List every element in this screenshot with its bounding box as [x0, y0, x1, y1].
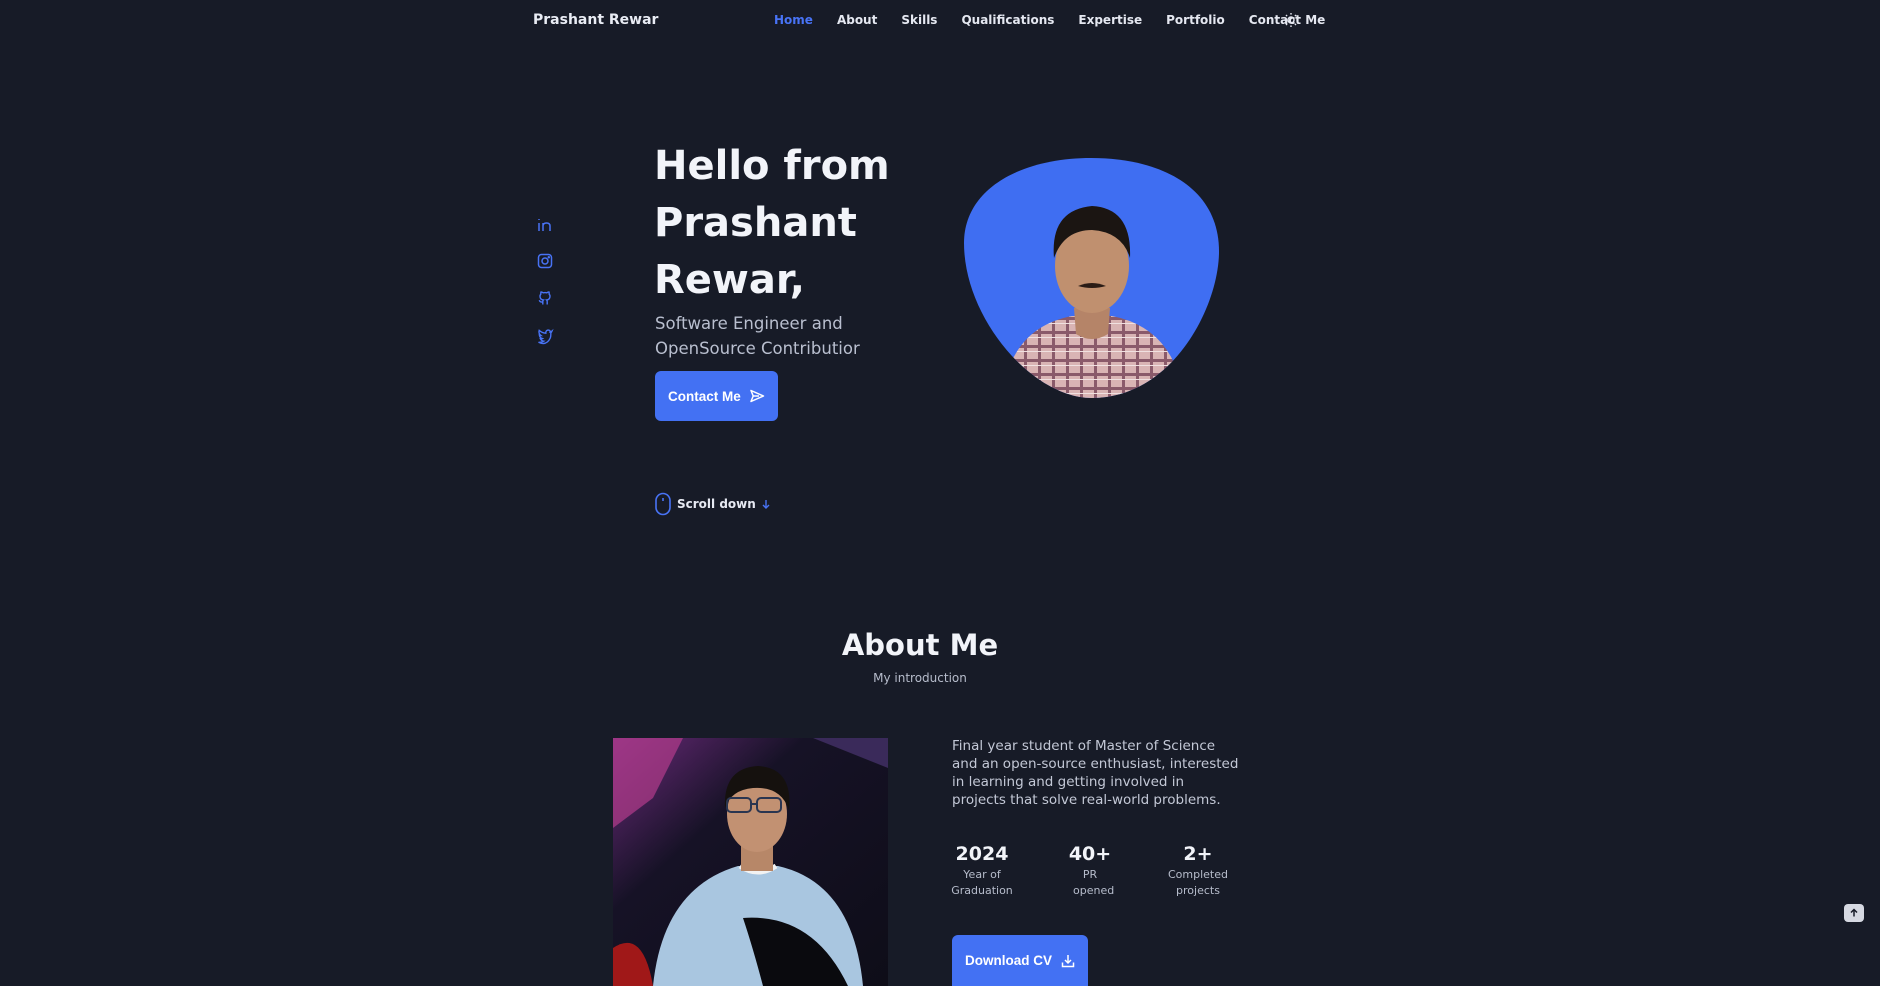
nav-expertise[interactable]: Expertise	[1078, 13, 1142, 27]
scroll-down-link[interactable]: Scroll down	[654, 492, 771, 516]
arrow-up-icon	[1850, 908, 1858, 917]
nav-qualifications[interactable]: Qualifications	[961, 13, 1054, 27]
portfolio-page: Prashant Rewar Home About Skills Qualifi…	[0, 0, 1880, 986]
about-description: Final year student of Master of Science …	[952, 738, 1239, 808]
scroll-down-label: Scroll down	[677, 497, 756, 511]
contact-me-label: Contact Me	[668, 388, 741, 404]
arrow-down-icon	[762, 500, 770, 509]
stat-label: Completed projects	[1168, 868, 1228, 897]
nav-portfolio[interactable]: Portfolio	[1166, 13, 1225, 27]
stat-label: PR opened	[1073, 868, 1115, 897]
nav-home[interactable]: Home	[774, 13, 813, 27]
stat-graduation: 2024 Year of Graduation	[937, 843, 1027, 899]
instagram-icon[interactable]	[536, 252, 554, 270]
stat-label: Year of Graduation	[951, 868, 1013, 897]
nav-skills[interactable]: Skills	[901, 13, 937, 27]
stat-projects: 2+ Completed projects	[1153, 843, 1243, 899]
stat-value: 2+	[1183, 843, 1213, 865]
header: Prashant Rewar Home About Skills Qualifi…	[0, 0, 1880, 44]
download-cv-label: Download CV	[965, 953, 1052, 968]
hero-title: Hello from Prashant Rewar,	[654, 143, 890, 303]
send-icon	[750, 389, 765, 403]
contact-me-button[interactable]: Contact Me	[655, 371, 778, 421]
about-section-subtitle: My introduction	[873, 671, 967, 685]
mouse-icon	[655, 492, 671, 516]
download-icon	[1061, 954, 1075, 967]
stat-prs: 40+ PR opened	[1045, 843, 1135, 899]
main-nav: Home About Skills Qualifications Experti…	[774, 13, 1349, 27]
twitter-icon[interactable]	[536, 327, 554, 345]
nav-about[interactable]: About	[837, 13, 877, 27]
linkedin-icon[interactable]	[536, 216, 554, 234]
sun-icon[interactable]	[1283, 12, 1299, 28]
hero-subtitle: Software Engineer and OpenSource Contrib…	[655, 314, 860, 358]
download-cv-button[interactable]: Download CV	[952, 935, 1088, 986]
site-logo[interactable]: Prashant Rewar	[533, 12, 658, 28]
stat-value: 40+	[1068, 843, 1112, 865]
about-stats: 2024 Year of Graduation 40+ PR opened 2+…	[0, 843, 1880, 903]
stat-value: 2024	[955, 843, 1009, 865]
about-section-title: About Me	[841, 628, 999, 662]
hero-profile-photo	[962, 158, 1220, 398]
github-icon[interactable]	[536, 289, 554, 307]
scroll-to-top-button[interactable]	[1844, 904, 1864, 922]
